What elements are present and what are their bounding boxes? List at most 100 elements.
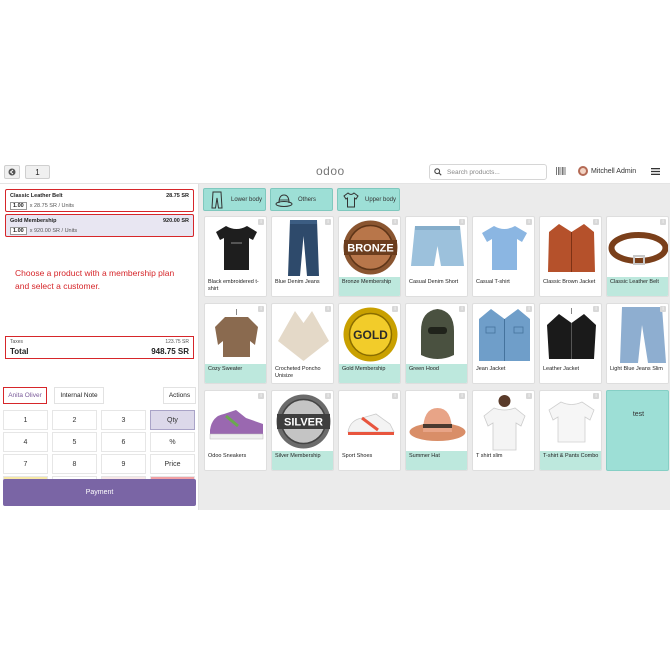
order-line-price: 28.75 SR [166, 193, 189, 199]
product-name: Green Hood [406, 364, 467, 383]
order-line[interactable]: Classic Leather Belt 28.75 SR 1.00 x 28.75… [5, 189, 194, 212]
category-label: Others [298, 196, 317, 203]
order-line-price: 920.00 SR [163, 218, 189, 224]
barcode-icon[interactable] [556, 167, 566, 175]
product-card[interactable]: i Classic Leather Belt [606, 216, 669, 297]
top-bar: 1 odoo Search products... Mitchell Admin [0, 160, 670, 184]
info-icon[interactable]: i [258, 393, 264, 399]
product-name: Casual Denim Short [406, 277, 467, 296]
light-jeans-image [608, 305, 668, 364]
numpad-mode-discount[interactable]: % [150, 432, 195, 452]
product-card[interactable]: i T shirt slim [472, 390, 535, 471]
info-icon[interactable]: i [660, 306, 666, 312]
product-name: Casual T-shirt [473, 277, 534, 296]
product-name: Cozy Sweater [205, 364, 266, 383]
info-icon[interactable]: i [459, 393, 465, 399]
info-icon[interactable]: i [258, 306, 264, 312]
product-card[interactable]: i Jean Jacket [472, 303, 535, 384]
product-name: Blue Denim Jeans [272, 277, 333, 296]
product-card[interactable]: i Green Hood [405, 303, 468, 384]
info-icon[interactable]: i [459, 219, 465, 225]
numpad-key-2[interactable]: 2 [52, 410, 97, 430]
info-icon[interactable]: i [325, 219, 331, 225]
actions-button[interactable]: Actions [163, 387, 196, 404]
product-card[interactable]: i Summer Hat [405, 390, 468, 471]
customer-button[interactable]: Anita Oliver [3, 387, 47, 404]
category-upper-body[interactable]: Upper body [337, 188, 400, 211]
info-icon[interactable]: i [325, 393, 331, 399]
back-button[interactable] [4, 165, 20, 179]
poncho-image [273, 305, 333, 364]
numpad-key-6[interactable]: 6 [101, 432, 146, 452]
product-card[interactable]: SILVER i Silver Membership [271, 390, 334, 471]
numpad-key-9[interactable]: 9 [101, 454, 146, 474]
order-line-product: Classic Leather Belt [10, 193, 63, 199]
info-icon[interactable]: i [526, 306, 532, 312]
product-name: Summer Hat [406, 451, 467, 470]
info-icon[interactable]: i [459, 306, 465, 312]
avatar [578, 166, 588, 176]
payment-button[interactable]: Payment [3, 479, 196, 506]
odoo-logo: odoo [316, 164, 345, 178]
info-icon[interactable]: i [593, 306, 599, 312]
product-card[interactable]: i Blue Denim Jeans [271, 216, 334, 297]
numpad-key-7[interactable]: 7 [3, 454, 48, 474]
order-panel: Classic Leather Belt 28.75 SR 1.00 x 28.75… [0, 184, 199, 510]
product-name: Sport Shoes [339, 451, 400, 470]
info-icon[interactable]: i [526, 393, 532, 399]
leather-jacket-image [541, 305, 601, 364]
product-card[interactable]: i Crocheted Poncho Unisize [271, 303, 334, 384]
menu-icon[interactable] [651, 168, 660, 175]
info-icon[interactable]: i [392, 219, 398, 225]
search-icon [434, 168, 442, 176]
internal-note-button[interactable]: Internal Note [54, 387, 104, 404]
info-icon[interactable]: i [258, 219, 264, 225]
product-card[interactable]: i Casual T-shirt [472, 216, 535, 297]
order-line-qty: 1.00 [10, 227, 27, 235]
numpad-mode-price[interactable]: Price [150, 454, 195, 474]
info-icon[interactable]: i [325, 306, 331, 312]
order-line-selected[interactable]: Gold Membership 920.00 SR 1.00 x 920.00 SR… [5, 214, 194, 237]
product-card[interactable]: i Leather Jacket [539, 303, 602, 384]
product-card[interactable]: test [606, 390, 669, 471]
product-name: T shirt slim [473, 451, 534, 470]
category-others[interactable]: Others [270, 188, 333, 211]
info-icon[interactable]: i [593, 219, 599, 225]
product-card[interactable]: i Casual Denim Short [405, 216, 468, 297]
product-card[interactable]: i Sport Shoes [338, 390, 401, 471]
tshirt-blue-image [474, 218, 534, 277]
info-icon[interactable]: i [392, 393, 398, 399]
product-card[interactable]: i Classic Brown Jacket [539, 216, 602, 297]
product-name: Classic Leather Belt [607, 277, 668, 296]
leather-belt-image [608, 218, 668, 277]
green-hood-image [407, 305, 467, 364]
product-card[interactable]: i Odoo Sneakers [204, 390, 267, 471]
product-card[interactable]: i T-shirt & Pants Combo [539, 390, 602, 471]
tshirt-icon [343, 191, 359, 207]
order-totals: Taxes 123.75 SR Total 948.75 SR [5, 336, 194, 359]
info-icon[interactable]: i [593, 393, 599, 399]
user-menu[interactable]: Mitchell Admin [578, 166, 636, 176]
numpad-key-5[interactable]: 5 [52, 432, 97, 452]
info-icon[interactable]: i [392, 306, 398, 312]
numpad-key-4[interactable]: 4 [3, 432, 48, 452]
gold-badge-text: GOLD [353, 328, 388, 342]
product-card[interactable]: BRONZE i Bronze Membership [338, 216, 401, 297]
product-card[interactable]: i Black embroidered t-shirt [204, 216, 267, 297]
order-tab[interactable]: 1 [25, 165, 50, 179]
product-card[interactable]: i Cozy Sweater [204, 303, 267, 384]
search-input[interactable]: Search products... [429, 164, 547, 180]
back-arrow-icon [8, 168, 16, 176]
numpad-key-1[interactable]: 1 [3, 410, 48, 430]
category-lower-body[interactable]: Lower body [203, 188, 266, 211]
product-card[interactable]: i Light Blue Jeans Slim [606, 303, 669, 384]
search-placeholder: Search products... [447, 168, 500, 176]
sport-shoes-image [340, 392, 400, 451]
product-card[interactable]: GOLD i Gold Membership [338, 303, 401, 384]
info-icon[interactable]: i [660, 219, 666, 225]
numpad-key-8[interactable]: 8 [52, 454, 97, 474]
order-line-product: Gold Membership [10, 218, 57, 224]
numpad-key-3[interactable]: 3 [101, 410, 146, 430]
info-icon[interactable]: i [526, 219, 532, 225]
numpad-mode-qty[interactable]: Qty [150, 410, 195, 430]
